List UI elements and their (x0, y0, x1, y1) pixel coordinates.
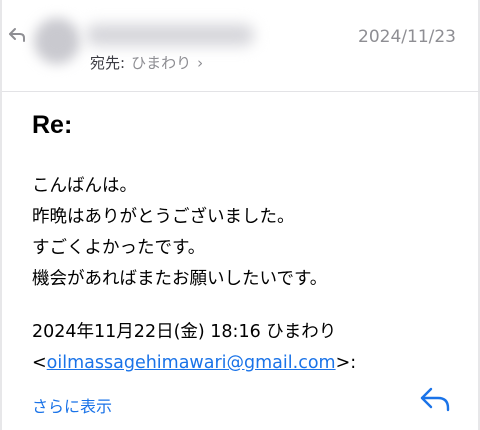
body-line: すごくよかったです。 (32, 238, 206, 258)
recipient-line[interactable]: 宛先: ひまわり › (90, 52, 203, 73)
quote-email-line: <oilmassagehimawari@gmail.com>: (32, 348, 472, 379)
recipient-name: ひまわり (131, 54, 192, 72)
avatar (34, 18, 80, 64)
body-line: 昨晩はありがとうございました。 (32, 207, 295, 227)
show-more-button[interactable]: さらに表示 (32, 393, 112, 417)
mail-message-view: 宛先: ひまわり › 2024/11/23 Re: こんばんは。 昨晩はありがとうご… (0, 0, 480, 430)
quoted-reply-header: 2024年11月22日(金) 18:16 ひまわり <oilmassagehim… (32, 317, 472, 379)
body-line: 機会があればまたお願いしたいです。 (32, 269, 328, 289)
reply-arrow-icon[interactable] (418, 384, 452, 414)
quote-email-close: >: (335, 353, 357, 373)
back-arrow-icon[interactable] (8, 26, 26, 44)
email-link[interactable]: oilmassagehimawari@gmail.com (47, 353, 336, 373)
quote-attribution: 2024年11月22日(金) 18:16 ひまわり (32, 322, 337, 342)
quote-email-open: < (32, 353, 47, 373)
message-body: こんばんは。 昨晩はありがとうございました。 すごくよかったです。 機会があれば… (32, 171, 462, 295)
message-header: 宛先: ひまわり › 2024/11/23 (2, 0, 480, 92)
body-line: こんばんは。 (32, 176, 137, 196)
sender-name-redacted (86, 24, 254, 46)
recipient-label: 宛先: (90, 54, 126, 72)
message-date: 2024/11/23 (358, 27, 456, 47)
message-subject: Re: (32, 111, 73, 139)
chevron-right-icon: › (197, 54, 204, 72)
